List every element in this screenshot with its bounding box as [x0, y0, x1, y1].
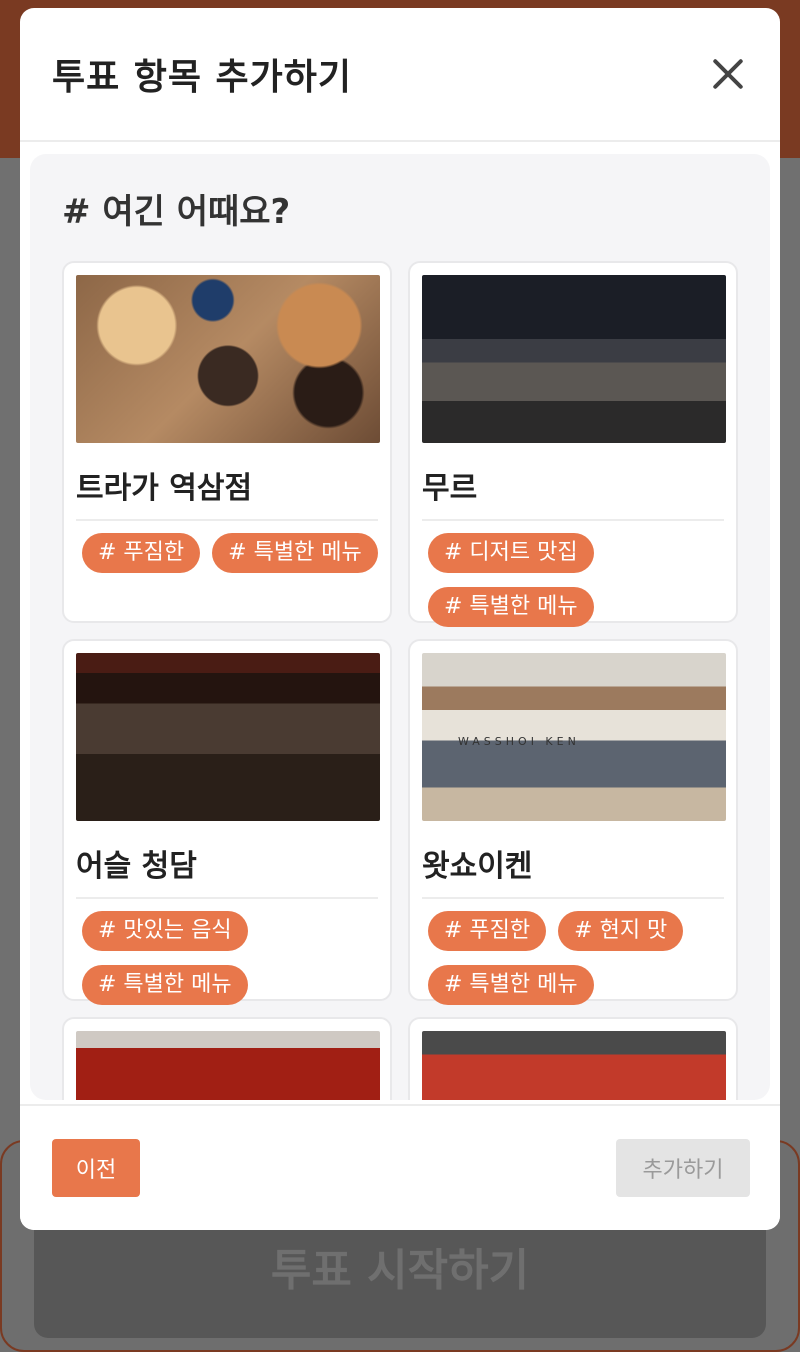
tag-badge: # 푸짐한	[428, 911, 547, 951]
restaurant-card[interactable]: 무르 # 디저트 맛집 # 특별한 메뉴	[408, 261, 738, 627]
add-button[interactable]: 추가하기	[616, 1139, 750, 1197]
tag-badge: # 디저트 맛집	[428, 533, 594, 573]
restaurant-name: 무르	[422, 463, 724, 521]
modal-header: 투표 항목 추가하기	[20, 8, 780, 142]
restaurant-card[interactable]: WASSHOI KEN 왓쇼이켄 # 푸짐한 # 현지 맛 # 특별한 메뉴	[408, 639, 738, 1005]
recommendation-panel: # 여긴 어때요? 트라가 역삼점 # 푸짐한 # 특별한 메뉴 무르 # 디저…	[30, 154, 770, 1100]
tag-list: # 맛있는 음식 # 특별한 메뉴	[76, 911, 378, 1005]
dining-hall-photo	[76, 653, 380, 821]
prev-button[interactable]: 이전	[52, 1139, 140, 1197]
bar-counter-photo	[422, 275, 726, 443]
restaurant-card[interactable]	[62, 1017, 392, 1100]
food-spread-photo	[76, 275, 380, 443]
tag-badge: # 특별한 메뉴	[82, 965, 248, 1005]
tag-list: # 푸짐한 # 현지 맛 # 특별한 메뉴	[422, 911, 724, 1005]
open-kitchen-photo: WASSHOI KEN	[422, 653, 726, 821]
restaurant-name: 트라가 역삼점	[76, 463, 378, 521]
modal-title: 투표 항목 추가하기	[52, 57, 353, 98]
restaurant-card[interactable]: 어슬 청담 # 맛있는 음식 # 특별한 메뉴	[62, 639, 392, 1005]
shop-sign-text: WASSHOI KEN	[458, 735, 580, 748]
section-title: # 여긴 어때요?	[62, 192, 291, 232]
restaurant-card[interactable]	[408, 1017, 738, 1100]
tag-list: # 디저트 맛집 # 특별한 메뉴	[422, 533, 724, 627]
restaurant-card[interactable]: 트라가 역삼점 # 푸짐한 # 특별한 메뉴	[62, 261, 392, 623]
spicy-stew-photo	[76, 1031, 380, 1100]
tag-badge: # 맛있는 음식	[82, 911, 248, 951]
tag-list: # 푸짐한 # 특별한 메뉴	[76, 533, 378, 573]
tag-badge: # 특별한 메뉴	[212, 533, 378, 573]
modal-footer: 이전 추가하기	[20, 1104, 780, 1230]
storefront-photo	[422, 1031, 726, 1100]
restaurant-grid: 트라가 역삼점 # 푸짐한 # 특별한 메뉴 무르 # 디저트 맛집 # 특별한…	[62, 261, 740, 1100]
restaurant-name: 어슬 청담	[76, 841, 378, 899]
tag-badge: # 특별한 메뉴	[428, 965, 594, 1005]
tag-badge: # 현지 맛	[558, 911, 684, 951]
tag-badge: # 특별한 메뉴	[428, 587, 594, 627]
restaurant-name: 왓쇼이켄	[422, 841, 724, 899]
tag-badge: # 푸짐한	[82, 533, 201, 573]
close-icon[interactable]	[706, 52, 750, 96]
add-vote-item-modal: 투표 항목 추가하기 # 여긴 어때요? 트라가 역삼점 # 푸짐한 # 특별한…	[20, 8, 780, 1230]
